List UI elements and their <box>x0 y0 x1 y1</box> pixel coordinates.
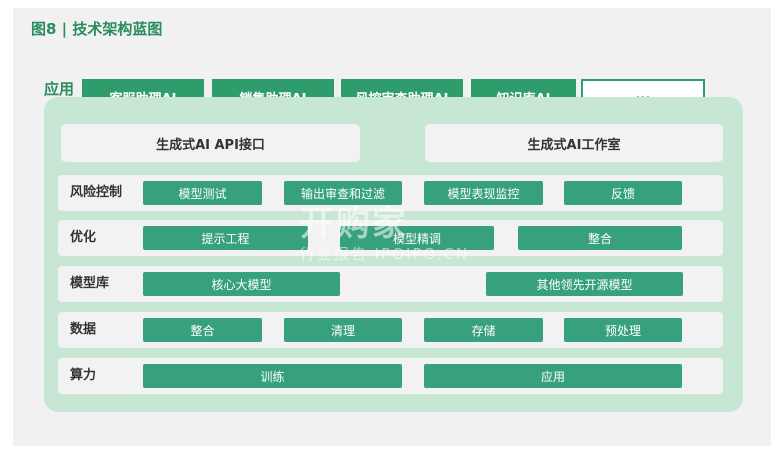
row-optimization: 优化 提示工程 模型精调 整合 <box>58 220 723 256</box>
row-model-library: 模型库 核心大模型 其他领先开源模型 <box>58 266 723 302</box>
chip-inference: 应用 <box>424 364 682 388</box>
chip-data-storage: 存储 <box>424 318 543 342</box>
ai-studio-box: 生成式AI工作室 <box>425 124 723 162</box>
chip-data-integration: 整合 <box>143 318 262 342</box>
row-risk-control: 风险控制 模型测试 输出审查和过滤 模型表现监控 反馈 <box>58 175 723 211</box>
chip-open-source-models: 其他领先开源模型 <box>486 272 683 296</box>
api-interface-box: 生成式AI API接口 <box>61 124 360 162</box>
row-label: 数据 <box>70 322 97 337</box>
chip-integration: 整合 <box>518 226 682 250</box>
row-data: 数据 整合 清理 存储 预处理 <box>58 312 723 348</box>
chip-model-monitoring: 模型表现监控 <box>424 181 543 205</box>
row-label: 算力 <box>70 368 97 383</box>
chip-model-testing: 模型测试 <box>143 181 262 205</box>
row-label: 模型库 <box>70 276 110 291</box>
chip-prompt-engineering: 提示工程 <box>143 226 308 250</box>
chip-output-filtering: 输出审查和过滤 <box>284 181 402 205</box>
chip-fine-tuning: 模型精调 <box>340 226 494 250</box>
app-layer-label: 应用 <box>44 80 75 98</box>
figure-title: 图8 | 技术架构蓝图 <box>31 20 163 38</box>
row-label: 优化 <box>70 230 97 245</box>
row-compute: 算力 训练 应用 <box>58 358 723 394</box>
chip-feedback: 反馈 <box>564 181 682 205</box>
chip-core-llm: 核心大模型 <box>143 272 340 296</box>
chip-preprocessing: 预处理 <box>564 318 682 342</box>
row-label: 风险控制 <box>70 185 123 200</box>
chip-data-cleaning: 清理 <box>284 318 402 342</box>
chip-training: 训练 <box>143 364 402 388</box>
